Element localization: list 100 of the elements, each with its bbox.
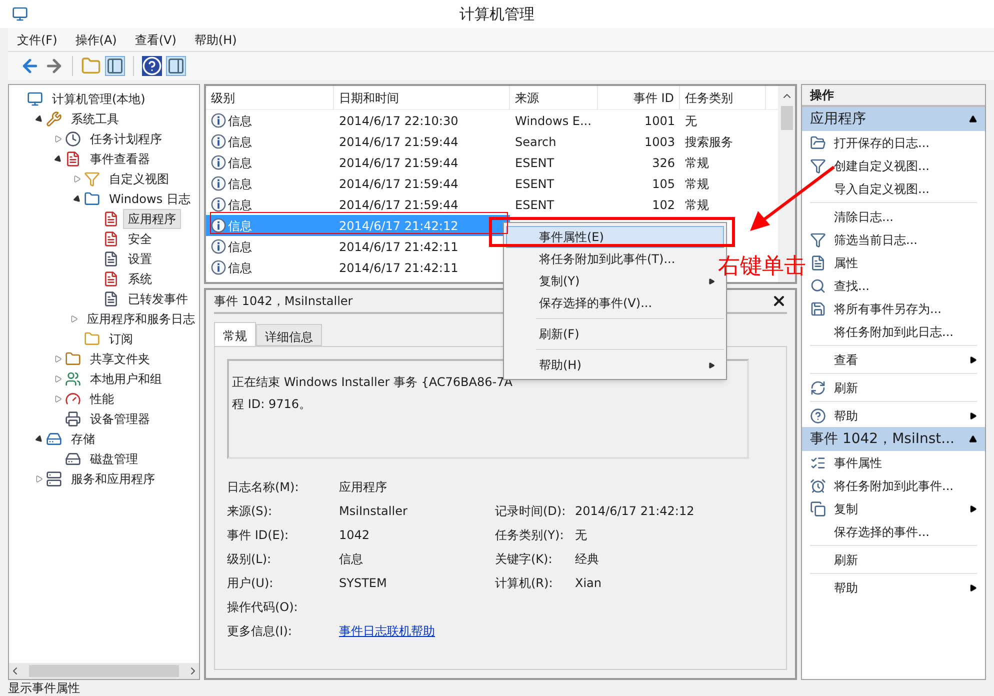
show-tree-icon[interactable] <box>105 56 125 76</box>
tree-item[interactable]: 本地用户和组 <box>85 369 167 389</box>
tree-item[interactable]: 自定义视图 <box>104 169 174 189</box>
table-cell-text: ESENT <box>514 154 556 172</box>
scroll-thumb[interactable] <box>780 106 792 130</box>
event-row[interactable]: 信息 2014/6/17 21:59:44 ESENT 326 常规 <box>206 152 778 173</box>
info-icon <box>211 239 226 254</box>
field-label: 用户(U): <box>227 575 274 592</box>
action-link[interactable]: 查看 <box>834 350 969 368</box>
info-icon <box>211 218 226 233</box>
tree-item[interactable]: 任务计划程序 <box>85 129 167 149</box>
collapse-icon[interactable] <box>72 194 82 204</box>
expand-icon[interactable] <box>54 375 62 383</box>
description-text: 程 ID: 9716。 <box>232 396 311 413</box>
tree-item[interactable]: 应用程序 <box>123 209 181 229</box>
field-value: Xian <box>575 575 602 592</box>
action-link[interactable]: 查找... <box>834 276 977 294</box>
tree-item[interactable]: 存储 <box>66 429 100 449</box>
action-link[interactable]: 刷新 <box>834 550 977 568</box>
section-header[interactable]: 应用程序 <box>802 107 985 131</box>
menu-item[interactable]: 查看(V) <box>126 30 186 48</box>
info-icon <box>211 134 226 149</box>
info-icon <box>211 155 226 170</box>
field-value: 经典 <box>575 551 599 568</box>
forward-icon[interactable] <box>44 56 64 76</box>
action-link[interactable]: 复制 <box>834 500 969 518</box>
tree-node-icon <box>84 331 100 347</box>
tree-item[interactable]: 设置 <box>123 249 157 269</box>
tree-item[interactable]: Windows 日志 <box>104 189 196 209</box>
tree-item[interactable]: 服务和应用程序 <box>66 469 160 489</box>
action-link[interactable]: 将任务附加到此事件... <box>834 476 977 494</box>
action-link[interactable]: 打开保存的日志... <box>834 134 977 152</box>
column-header[interactable]: 级别 <box>206 86 334 109</box>
action-link[interactable]: 保存选择的事件... <box>834 522 977 540</box>
horizontal-scrollbar[interactable] <box>9 663 199 679</box>
column-header[interactable]: 任务类别 <box>680 86 766 109</box>
menu-item[interactable]: 文件(F) <box>8 30 66 48</box>
expand-icon[interactable] <box>73 175 81 183</box>
action-link[interactable]: 导入自定义视图... <box>834 180 977 198</box>
tab[interactable]: 详细信息 <box>256 324 322 346</box>
expand-icon[interactable] <box>54 395 62 403</box>
tree-item[interactable]: 事件查看器 <box>85 149 155 169</box>
tree-item[interactable]: 性能 <box>85 389 119 409</box>
table-cell-text: 105 <box>651 176 676 192</box>
help-icon[interactable] <box>142 56 162 76</box>
action-link[interactable]: 帮助 <box>834 578 969 596</box>
menu-item[interactable]: 操作(A) <box>66 30 126 48</box>
expand-icon[interactable] <box>35 475 43 483</box>
column-header[interactable]: 事件 ID <box>598 86 680 109</box>
table-cell-text: 常规 <box>684 196 710 214</box>
tree-item[interactable]: 计算机管理(本地) <box>47 89 150 109</box>
tree-item[interactable]: 系统 <box>123 269 157 289</box>
action-link[interactable]: 将任务附加到此日志... <box>834 322 977 340</box>
action-link[interactable]: 清除日志... <box>834 208 977 226</box>
event-row[interactable]: 信息 2014/6/17 21:59:44 ESENT 105 常规 <box>206 173 778 194</box>
context-menu-item[interactable]: 帮助(H) <box>506 354 724 376</box>
tree-item[interactable]: 已转发事件 <box>123 289 193 309</box>
window-title: 计算机管理 <box>460 4 534 25</box>
tree-item[interactable]: 系统工具 <box>66 109 124 129</box>
event-row[interactable]: 信息 2014/6/17 21:59:44 Search 1003 搜索服务 <box>206 131 778 152</box>
expand-icon[interactable] <box>70 315 78 323</box>
action-link[interactable]: 将所有事件另存为... <box>834 300 977 318</box>
back-icon[interactable] <box>20 56 40 76</box>
menu-item[interactable]: 帮助(H) <box>185 30 246 48</box>
tree-item[interactable]: 应用程序和服务日志 <box>82 309 199 329</box>
action-link[interactable]: 刷新 <box>834 378 977 396</box>
tree-item[interactable]: 设备管理器 <box>85 409 155 429</box>
submenu-arrow-icon <box>708 278 715 284</box>
tree-node-icon <box>103 271 119 287</box>
context-menu-item[interactable]: 刷新(F) <box>506 323 724 345</box>
action-icon <box>810 500 826 516</box>
expand-icon[interactable] <box>54 135 62 143</box>
collapse-icon[interactable] <box>34 114 44 124</box>
section-header[interactable]: 事件 1042，MsiInst... <box>802 427 985 451</box>
tree-node-icon <box>84 191 100 207</box>
table-cell-text: 信息 <box>228 196 252 214</box>
close-icon[interactable] <box>771 293 787 309</box>
action-icon <box>810 254 826 270</box>
action-link[interactable]: 属性 <box>834 254 977 272</box>
column-header[interactable]: 日期和时间 <box>334 86 510 109</box>
context-menu-item[interactable]: 保存选择的事件(V)... <box>506 292 724 314</box>
collapse-icon[interactable] <box>34 434 44 444</box>
tree-item[interactable]: 安全 <box>123 229 157 249</box>
tree-item[interactable]: 磁盘管理 <box>85 449 143 469</box>
column-header[interactable]: 来源 <box>510 86 598 109</box>
help-link[interactable]: 事件日志联机帮助 <box>339 622 435 640</box>
up-folder-icon[interactable] <box>81 56 101 76</box>
action-link[interactable]: 帮助 <box>834 406 969 424</box>
collapse-icon[interactable] <box>53 154 63 164</box>
scroll-thumb[interactable] <box>29 665 179 677</box>
action-link[interactable]: 事件属性 <box>834 454 977 472</box>
tree-item[interactable]: 订阅 <box>104 329 138 349</box>
event-row[interactable]: 信息 2014/6/17 21:59:44 ESENT 102 常规 <box>206 194 778 215</box>
show-actions-icon[interactable] <box>166 56 186 76</box>
action-link[interactable]: 创建自定义视图... <box>834 156 977 174</box>
action-link[interactable]: 筛选当前日志... <box>834 230 977 248</box>
expand-icon[interactable] <box>54 355 62 363</box>
tab[interactable]: 常规 <box>214 322 256 346</box>
event-row[interactable]: 信息 2014/6/17 22:10:30 Windows E... 1001 无 <box>206 110 778 131</box>
tree-item[interactable]: 共享文件夹 <box>85 349 155 369</box>
